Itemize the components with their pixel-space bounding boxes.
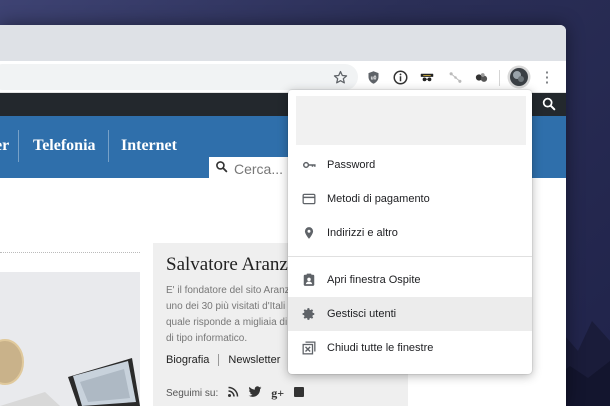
- author-follow: Seguimi su: g+: [166, 386, 305, 401]
- twitter-icon[interactable]: [248, 386, 262, 401]
- puzzle-dots-icon[interactable]: [472, 68, 490, 86]
- nav-separator: [18, 130, 19, 162]
- menu-divider: [288, 256, 532, 257]
- tab-strip: [0, 25, 566, 61]
- menu-glyph: ⋮: [539, 68, 555, 86]
- nav-item-er[interactable]: er: [0, 137, 9, 155]
- menu-item-label: Gestisci utenti: [327, 308, 397, 320]
- browser-window: u0 ⋮ er Telefonia: [0, 25, 566, 406]
- menu-item-password[interactable]: Password: [288, 148, 532, 182]
- author-bio-line: di tipo informatico.: [166, 333, 248, 344]
- newsletter-link[interactable]: Newsletter: [228, 354, 280, 366]
- menu-item-close-all-windows[interactable]: Chiudi tutte le finestre: [288, 331, 532, 365]
- author-bio-line: quale risponde a migliaia di: [166, 317, 288, 328]
- location-pin-icon: [302, 226, 316, 240]
- menu-item-label: Metodi di pagamento: [327, 193, 430, 205]
- network-icon[interactable]: [446, 68, 464, 86]
- chrome-menu-icon[interactable]: ⋮: [538, 68, 556, 86]
- ublock-icon[interactable]: u0: [364, 68, 382, 86]
- close-windows-icon: [302, 341, 316, 355]
- search-placeholder: Cerca...: [234, 161, 284, 177]
- svg-text:u0: u0: [370, 75, 376, 81]
- toolbar-separator: [499, 70, 500, 86]
- author-bio-line: E' il fondatore del sito Aranz: [166, 285, 290, 296]
- guest-badge-icon: [302, 273, 316, 287]
- social-icon[interactable]: [293, 386, 305, 401]
- search-icon: [215, 160, 228, 178]
- profile-avatar-icon[interactable]: [507, 65, 531, 89]
- menu-item-label: Chiudi tutte le finestre: [327, 342, 434, 354]
- menu-item-manage-users[interactable]: Gestisci utenti: [288, 297, 532, 331]
- key-icon: [302, 158, 316, 172]
- profile-menu: Password Metodi di pagamento Indirizzi e…: [288, 90, 532, 374]
- author-links: Biografia Newsletter: [166, 354, 299, 366]
- browser-toolbar: u0 ⋮: [0, 61, 566, 93]
- menu-item-label: Indirizzi e altro: [327, 227, 398, 239]
- site-search-box[interactable]: Cerca...: [209, 157, 295, 181]
- info-icon[interactable]: [391, 68, 409, 86]
- nav-item-telefonia[interactable]: Telefonia: [33, 137, 96, 155]
- menu-item-open-guest-window[interactable]: Apri finestra Ospite: [288, 263, 532, 297]
- link-separator: [218, 354, 220, 366]
- nav-separator: [108, 130, 109, 162]
- credit-card-icon: [302, 192, 316, 206]
- menu-item-label: Apri finestra Ospite: [327, 274, 421, 286]
- google-plus-icon[interactable]: g+: [271, 386, 284, 401]
- bookmark-star-icon[interactable]: [331, 68, 349, 86]
- follow-label: Seguimi su:: [166, 388, 219, 399]
- author-name: Salvatore Aranz: [166, 254, 288, 275]
- profile-header[interactable]: [296, 96, 526, 145]
- rss-icon[interactable]: [227, 386, 239, 401]
- incognito-icon[interactable]: [418, 68, 436, 86]
- search-icon[interactable]: [541, 96, 559, 114]
- divider: [0, 252, 140, 253]
- author-bio-line: uno dei 30 più visitati d'Itali: [166, 301, 286, 312]
- menu-item-payment-methods[interactable]: Metodi di pagamento: [288, 182, 532, 216]
- laptop-photo: [0, 272, 140, 406]
- menu-item-label: Password: [327, 159, 376, 171]
- biografia-link[interactable]: Biografia: [166, 354, 209, 366]
- gear-icon: [302, 307, 316, 321]
- nav-item-internet[interactable]: Internet: [121, 137, 177, 155]
- address-bar[interactable]: [0, 64, 358, 90]
- menu-item-addresses[interactable]: Indirizzi e altro: [288, 216, 532, 250]
